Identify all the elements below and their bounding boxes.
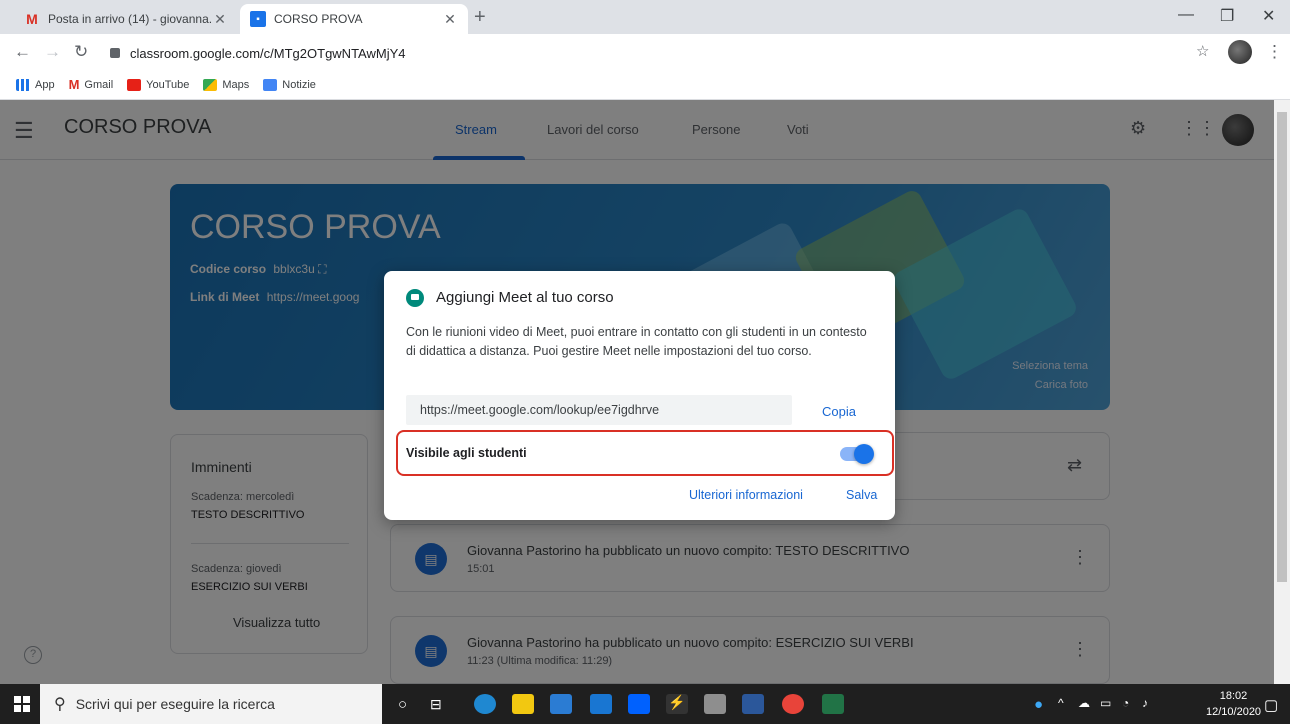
gmail-icon: M bbox=[26, 11, 38, 27]
chrome-icon[interactable] bbox=[782, 694, 804, 714]
bookmarks-bar: App M Gmail YouTube Maps Notizie bbox=[0, 70, 1290, 100]
visibility-row-highlight bbox=[396, 430, 894, 476]
bookmark-label: YouTube bbox=[146, 78, 190, 91]
mail-icon[interactable] bbox=[590, 694, 612, 714]
taskbar-search[interactable]: ⚲ Scrivi qui per eseguire la ricerca bbox=[40, 684, 382, 724]
youtube-icon bbox=[127, 78, 142, 91]
store-icon[interactable] bbox=[550, 694, 572, 714]
dialog-title: Aggiungi Meet al tuo corso bbox=[436, 289, 614, 306]
close-tab-icon[interactable]: ✕ bbox=[442, 11, 458, 28]
windows-taskbar: ⚲ Scrivi qui per eseguire la ricerca ○ ⊟… bbox=[0, 684, 1290, 724]
edge-icon[interactable] bbox=[474, 694, 496, 714]
gmail-icon: M bbox=[68, 77, 80, 92]
lock-icon bbox=[110, 48, 120, 58]
app-icon[interactable]: ⚡ bbox=[666, 694, 688, 714]
news-icon bbox=[263, 78, 278, 91]
onedrive-icon[interactable]: ☁ bbox=[1078, 696, 1090, 710]
windows-start-icon[interactable] bbox=[14, 696, 30, 712]
forward-icon[interactable]: → bbox=[44, 42, 61, 62]
profile-avatar[interactable] bbox=[1228, 40, 1252, 64]
url-field[interactable]: classroom.google.com/c/MTg2OTgwNTAwMjY4 bbox=[110, 40, 1206, 66]
bookmark-apps[interactable]: App bbox=[16, 78, 55, 91]
reload-icon[interactable]: ↻ bbox=[74, 42, 88, 62]
bookmark-label: Notizie bbox=[282, 78, 316, 91]
bookmark-news[interactable]: Notizie bbox=[263, 78, 316, 91]
cortana-icon[interactable]: ○ bbox=[398, 696, 407, 713]
task-view-icon[interactable]: ⊟ bbox=[430, 696, 442, 713]
file-explorer-icon[interactable] bbox=[512, 694, 534, 714]
bookmark-label: App bbox=[35, 78, 55, 91]
search-icon: ⚲ bbox=[54, 696, 66, 713]
help-tray-icon[interactable]: ● bbox=[1034, 696, 1043, 713]
add-meet-dialog: Aggiungi Meet al tuo corso Con le riunio… bbox=[384, 271, 895, 520]
system-clock[interactable]: 18:02 12/10/2020 bbox=[1206, 688, 1261, 720]
excel-icon[interactable] bbox=[822, 694, 844, 714]
tab-gmail[interactable]: M Posta in arrivo (14) - giovanna.pa ✕ bbox=[14, 4, 238, 34]
show-hidden-icons[interactable]: ^ bbox=[1058, 696, 1064, 710]
bookmark-label: Maps bbox=[222, 78, 250, 91]
wifi-icon[interactable]: ◔ bbox=[1122, 696, 1129, 710]
word-icon[interactable] bbox=[742, 694, 764, 714]
clock-date: 12/10/2020 bbox=[1206, 706, 1262, 718]
minimize-icon[interactable]: — bbox=[1178, 6, 1194, 24]
bookmark-youtube[interactable]: YouTube bbox=[127, 78, 190, 91]
clock-time: 18:02 bbox=[1219, 690, 1248, 702]
more-info-button[interactable]: Ulteriori informazioni bbox=[689, 488, 803, 502]
tab-classroom[interactable]: ▪ CORSO PROVA ✕ bbox=[240, 4, 468, 34]
classroom-page: ☰ CORSO PROVA Stream Lavori del corso Pe… bbox=[0, 100, 1274, 684]
save-button[interactable]: Salva bbox=[846, 488, 877, 502]
apps-grid-icon bbox=[16, 78, 30, 91]
search-placeholder: Scrivi qui per eseguire la ricerca bbox=[75, 696, 275, 712]
bookmark-gmail[interactable]: M Gmail bbox=[69, 77, 114, 92]
scrollbar-thumb[interactable] bbox=[1277, 112, 1287, 582]
notifications-icon[interactable]: ▢ bbox=[1264, 696, 1278, 714]
tab-title: CORSO PROVA bbox=[274, 12, 363, 26]
browser-menu-icon[interactable]: ⋮ bbox=[1266, 42, 1283, 62]
paint-icon[interactable] bbox=[704, 694, 726, 714]
battery-icon[interactable]: ▭ bbox=[1100, 696, 1111, 710]
back-icon[interactable]: ← bbox=[14, 42, 31, 62]
close-window-icon[interactable]: ✕ bbox=[1262, 6, 1275, 26]
dialog-description: Con le riunioni video di Meet, puoi entr… bbox=[406, 325, 867, 358]
url-text: classroom.google.com/c/MTg2OTgwNTAwMjY4 bbox=[130, 45, 406, 61]
restore-icon[interactable]: ❐ bbox=[1220, 6, 1234, 26]
bookmark-star-icon[interactable]: ☆ bbox=[1196, 42, 1209, 60]
copy-button[interactable]: Copia bbox=[822, 404, 856, 419]
browser-tab-bar: M Posta in arrivo (14) - giovanna.pa ✕ ▪… bbox=[0, 0, 1290, 34]
meet-icon bbox=[406, 289, 424, 307]
volume-icon[interactable]: ♪ bbox=[1142, 696, 1148, 710]
classroom-icon: ▪ bbox=[250, 11, 266, 27]
new-tab-icon[interactable]: + bbox=[474, 6, 486, 29]
bookmark-label: Gmail bbox=[84, 78, 114, 91]
tab-title: Posta in arrivo (14) - giovanna.pa bbox=[48, 12, 212, 26]
meet-link-field[interactable]: https://meet.google.com/lookup/ee7igdhrv… bbox=[406, 395, 792, 425]
close-tab-icon[interactable]: ✕ bbox=[212, 11, 228, 28]
bookmark-maps[interactable]: Maps bbox=[203, 78, 250, 91]
dropbox-icon[interactable] bbox=[628, 694, 650, 714]
maps-icon bbox=[203, 78, 218, 91]
